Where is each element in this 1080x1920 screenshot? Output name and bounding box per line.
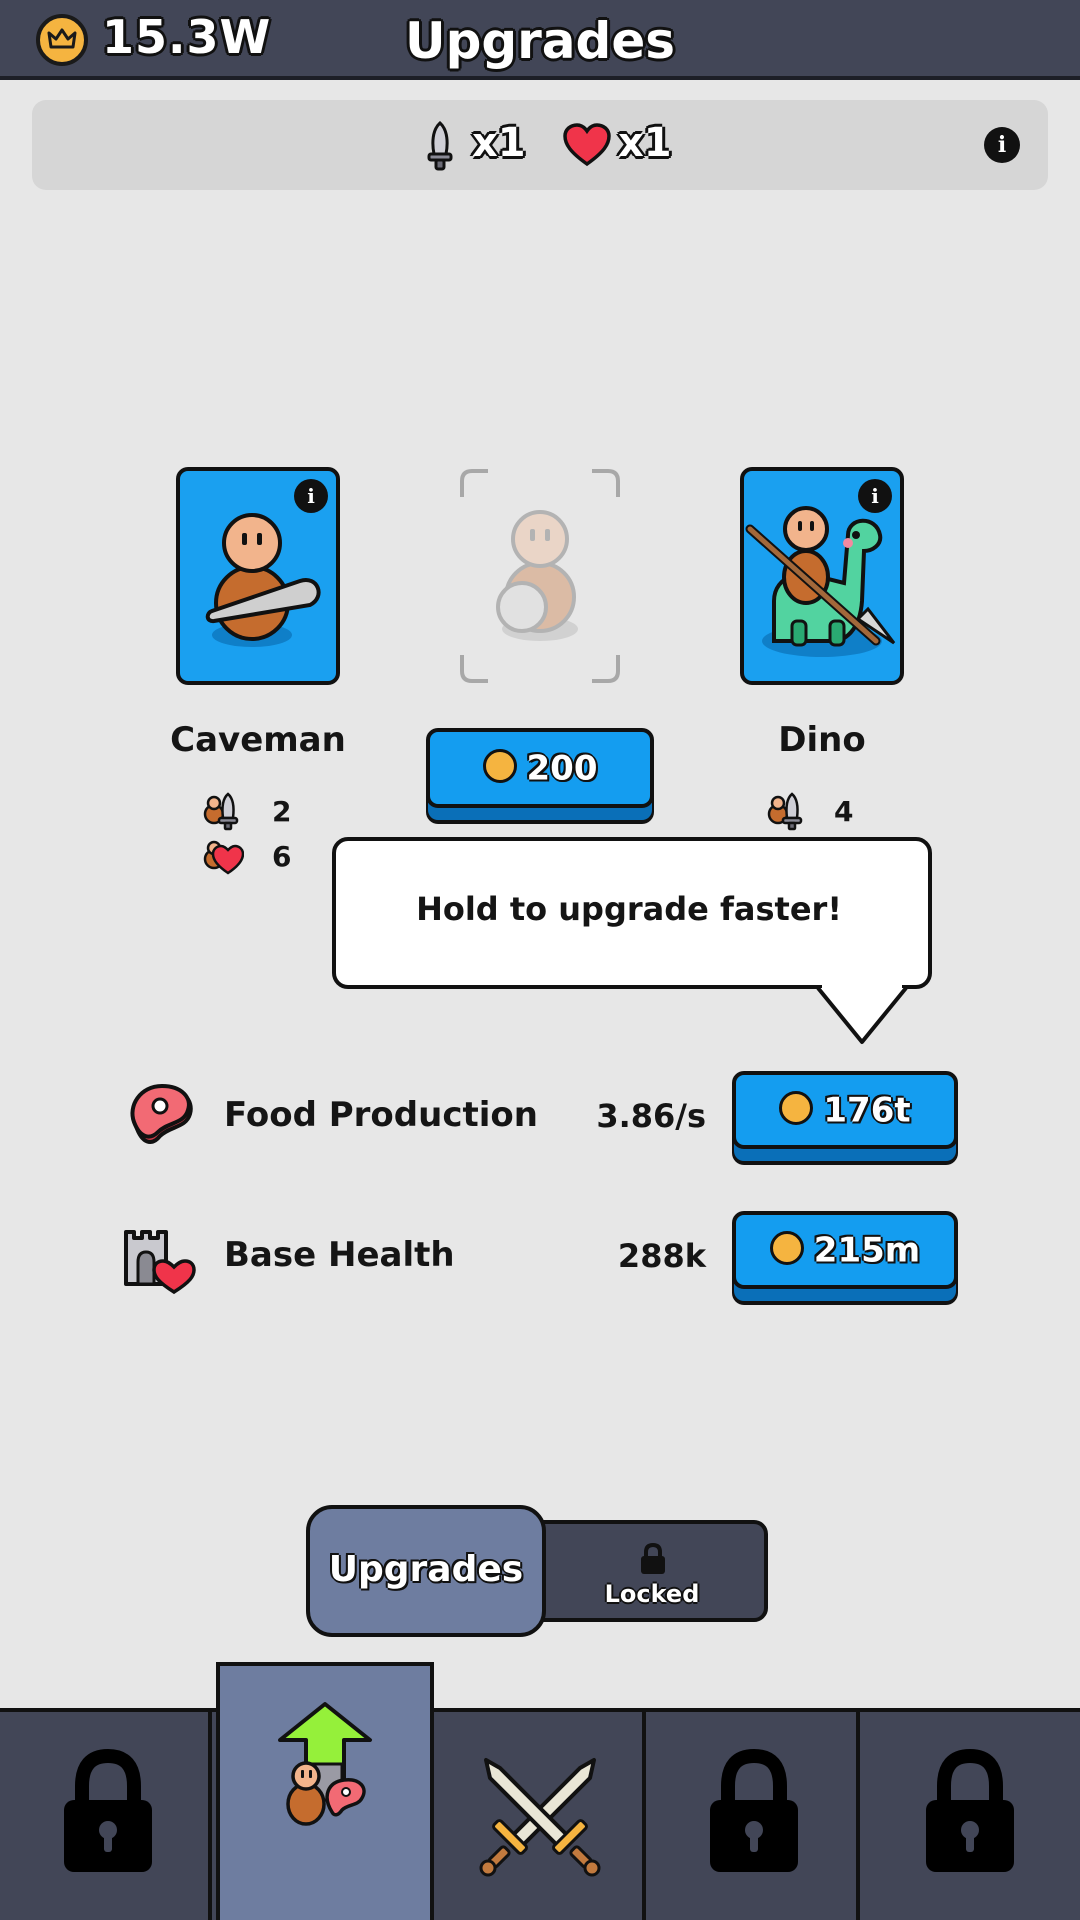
food-production-cost: 176t [823,1090,911,1131]
page-title: Upgrades [404,12,676,70]
food-production-upgrade-button[interactable]: 176t [732,1071,958,1149]
heart-icon [562,122,612,168]
upgrade-arrow-icon [270,1700,380,1830]
unit-card-caveman[interactable]: i [176,467,340,685]
tab-upgrades-label: Upgrades [328,1549,524,1590]
castle-heart-icon [120,1222,196,1296]
health-multiplier: x1 [618,120,672,166]
unit-attack-icon [200,790,244,832]
buy-slot-price: 200 [526,748,598,789]
crown-coin-icon [36,14,88,66]
base-health-label: Base Health [224,1235,455,1275]
unit-name-caveman: Caveman [170,720,346,760]
base-health-upgrade-button[interactable]: 215m [732,1211,958,1289]
empty-unit-slot[interactable] [458,467,622,685]
base-health-value: 288k [617,1237,706,1275]
unit-attack-value: 2 [272,795,292,828]
tab-locked-label: Locked [604,1580,700,1608]
attack-multiplier: x1 [472,120,526,166]
tooltip-text: Hold to upgrade faster! [416,890,842,928]
meat-icon [126,1082,200,1156]
crown-coin-icon [769,1230,804,1265]
food-production-value: 3.86/s [596,1097,706,1135]
currency-amount: 15.3W [102,10,272,64]
unit-name-dino: Dino [778,720,866,760]
food-production-label: Food Production [224,1095,538,1135]
tab-upgrades[interactable]: Upgrades [306,1505,546,1637]
crown-coin-icon [482,748,517,783]
crown-coin-icon [779,1090,814,1125]
info-icon[interactable]: i [984,127,1020,163]
sword-icon [420,120,460,172]
unit-attack-value: 4 [834,795,854,828]
unit-info-icon[interactable]: i [294,479,328,513]
crossed-swords-icon [476,1754,604,1878]
base-health-cost: 215m [813,1230,921,1271]
multiplier-bar [32,100,1048,190]
buy-slot-button[interactable]: 200 [426,728,654,808]
unit-card-dino[interactable]: i [740,467,904,685]
unit-health-icon [200,835,245,877]
lock-icon [706,1746,802,1876]
lock-icon [636,1542,670,1576]
tooltip-pointer [814,982,910,1048]
unit-info-icon[interactable]: i [858,479,892,513]
unit-attack-icon [764,790,808,832]
lock-icon [60,1746,156,1876]
unit-health-value: 6 [272,840,292,873]
lock-icon [922,1746,1018,1876]
